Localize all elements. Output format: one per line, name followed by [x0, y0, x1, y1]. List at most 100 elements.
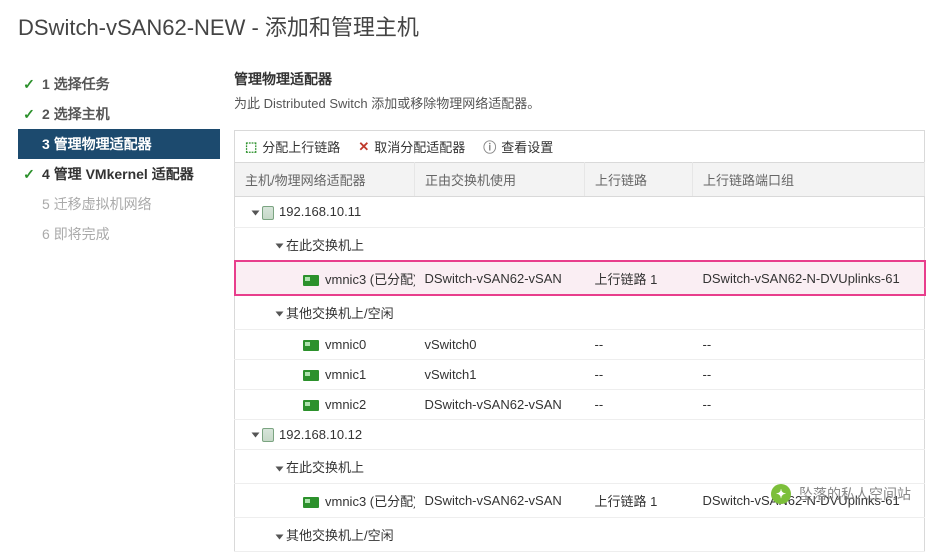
cell-uplink: --: [585, 359, 693, 389]
checkmark-icon: ✓: [22, 166, 36, 183]
cell-name: 192.168.10.12: [235, 419, 415, 450]
cell-switch: [415, 295, 585, 329]
col-host-adapter[interactable]: 主机/物理网络适配器: [235, 163, 415, 197]
nic-icon: [303, 497, 319, 508]
main-content: 管理物理适配器 为此 Distributed Switch 添加或移除物理网络适…: [220, 55, 939, 552]
view-label: 查看设置: [501, 137, 553, 156]
table-row[interactable]: 在此交换机上: [235, 227, 925, 261]
unassign-adapter-button[interactable]: ✕ 取消分配适配器: [358, 137, 465, 156]
cell-uplink: --: [585, 389, 693, 419]
host-icon: [262, 428, 274, 442]
cell-portgroup: --: [693, 359, 925, 389]
nic-icon: [303, 400, 319, 411]
cell-switch: [415, 197, 585, 228]
checkmark-icon: ✓: [22, 76, 36, 93]
nic-icon: [303, 275, 319, 286]
cell-uplink: [585, 518, 693, 552]
assign-icon: ⬚: [245, 139, 257, 155]
cell-name: 其他交换机上/空闲: [235, 518, 415, 552]
col-uplink-portgroup[interactable]: 上行链路端口组: [693, 163, 925, 197]
cell-uplink: [585, 227, 693, 261]
cell-uplink: 上行链路 1: [585, 261, 693, 295]
cell-name: 在此交换机上: [235, 227, 415, 261]
step-label: 3 管理物理适配器: [42, 134, 152, 154]
assign-label: 分配上行链路: [262, 137, 340, 156]
watermark: ✦ 坠落的私人空间站: [771, 484, 911, 504]
cell-name: vmnic2: [235, 389, 415, 419]
cell-uplink: [585, 197, 693, 228]
view-settings-button[interactable]: ⓘ 查看设置: [483, 137, 553, 156]
cell-switch: vSwitch1: [415, 359, 585, 389]
cell-uplink: [585, 295, 693, 329]
table-row[interactable]: 192.168.10.11: [235, 197, 925, 228]
cell-switch: [415, 227, 585, 261]
toolbar: ⬚ 分配上行链路 ✕ 取消分配适配器 ⓘ 查看设置: [234, 130, 925, 162]
cell-name: 在此交换机上: [235, 450, 415, 484]
cell-uplink: [585, 450, 693, 484]
step-1[interactable]: ✓ 1 选择任务: [18, 69, 220, 99]
cell-name: vmnic3 (已分配): [235, 261, 415, 295]
cell-name: vmnic3 (已分配): [235, 484, 415, 518]
cell-switch: [415, 518, 585, 552]
table-row[interactable]: 192.168.10.12: [235, 419, 925, 450]
watermark-text: 坠落的私人空间站: [799, 484, 911, 504]
col-in-use-by[interactable]: 正由交换机使用: [415, 163, 585, 197]
cell-portgroup: [693, 419, 925, 450]
step-label: 4 管理 VMkernel 适配器: [42, 164, 194, 184]
cell-switch: [415, 419, 585, 450]
col-uplink[interactable]: 上行链路: [585, 163, 693, 197]
section-description: 为此 Distributed Switch 添加或移除物理网络适配器。: [234, 93, 925, 112]
table-row[interactable]: 在此交换机上: [235, 450, 925, 484]
cell-name: 192.168.10.11: [235, 197, 415, 228]
step-2[interactable]: ✓ 2 选择主机: [18, 99, 220, 129]
cell-switch: DSwitch-vSAN62-vSAN: [415, 261, 585, 295]
wechat-icon: ✦: [771, 484, 791, 504]
table-row[interactable]: vmnic0vSwitch0----: [235, 329, 925, 359]
cell-uplink: --: [585, 329, 693, 359]
cell-switch: DSwitch-vSAN62-vSAN: [415, 484, 585, 518]
step-4[interactable]: ✓ 4 管理 VMkernel 适配器: [18, 159, 220, 189]
cell-name: vmnic1: [235, 359, 415, 389]
cancel-icon: ✕: [358, 139, 369, 155]
step-3[interactable]: ✓ 3 管理物理适配器: [18, 129, 220, 159]
step-label: 2 选择主机: [42, 104, 110, 124]
cell-portgroup: [693, 518, 925, 552]
cell-portgroup: --: [693, 329, 925, 359]
cell-portgroup: --: [693, 389, 925, 419]
cell-portgroup: [693, 197, 925, 228]
expand-icon[interactable]: [276, 466, 284, 471]
table-row[interactable]: vmnic3 (已分配)DSwitch-vSAN62-vSAN上行链路 1DSw…: [235, 261, 925, 295]
assign-uplink-button[interactable]: ⬚ 分配上行链路: [245, 137, 340, 156]
page-title: DSwitch-vSAN62-NEW - 添加和管理主机: [0, 0, 939, 55]
cell-switch: DSwitch-vSAN62-vSAN: [415, 389, 585, 419]
cell-switch: [415, 450, 585, 484]
expand-icon[interactable]: [276, 534, 284, 539]
cell-uplink: [585, 419, 693, 450]
step-label: 6 即将完成: [42, 224, 110, 244]
cell-portgroup: [693, 295, 925, 329]
step-label: 5 迁移虚拟机网络: [42, 194, 152, 214]
cell-uplink: 上行链路 1: [585, 484, 693, 518]
table-row[interactable]: 其他交换机上/空闲: [235, 295, 925, 329]
expand-icon[interactable]: [252, 210, 260, 215]
table-row[interactable]: vmnic2DSwitch-vSAN62-vSAN----: [235, 389, 925, 419]
cell-name: vmnic0: [235, 329, 415, 359]
cell-switch: vSwitch0: [415, 329, 585, 359]
step-5[interactable]: ✓ 5 迁移虚拟机网络: [18, 189, 220, 219]
nic-icon: [303, 340, 319, 351]
cell-portgroup: DSwitch-vSAN62-N-DVUplinks-61: [693, 261, 925, 295]
table-row[interactable]: vmnic1vSwitch1----: [235, 359, 925, 389]
expand-icon[interactable]: [276, 244, 284, 249]
checkmark-icon: ✓: [22, 106, 36, 123]
cell-name: 其他交换机上/空闲: [235, 295, 415, 329]
table-row[interactable]: 其他交换机上/空闲: [235, 518, 925, 552]
expand-icon[interactable]: [276, 312, 284, 317]
cell-portgroup: [693, 450, 925, 484]
cell-portgroup: [693, 227, 925, 261]
info-icon: ⓘ: [483, 137, 496, 156]
nic-icon: [303, 370, 319, 381]
unassign-label: 取消分配适配器: [374, 137, 465, 156]
wizard-steps: ✓ 1 选择任务 ✓ 2 选择主机 ✓ 3 管理物理适配器 ✓ 4 管理 VMk…: [0, 55, 220, 552]
step-6[interactable]: ✓ 6 即将完成: [18, 219, 220, 249]
expand-icon[interactable]: [252, 433, 260, 438]
